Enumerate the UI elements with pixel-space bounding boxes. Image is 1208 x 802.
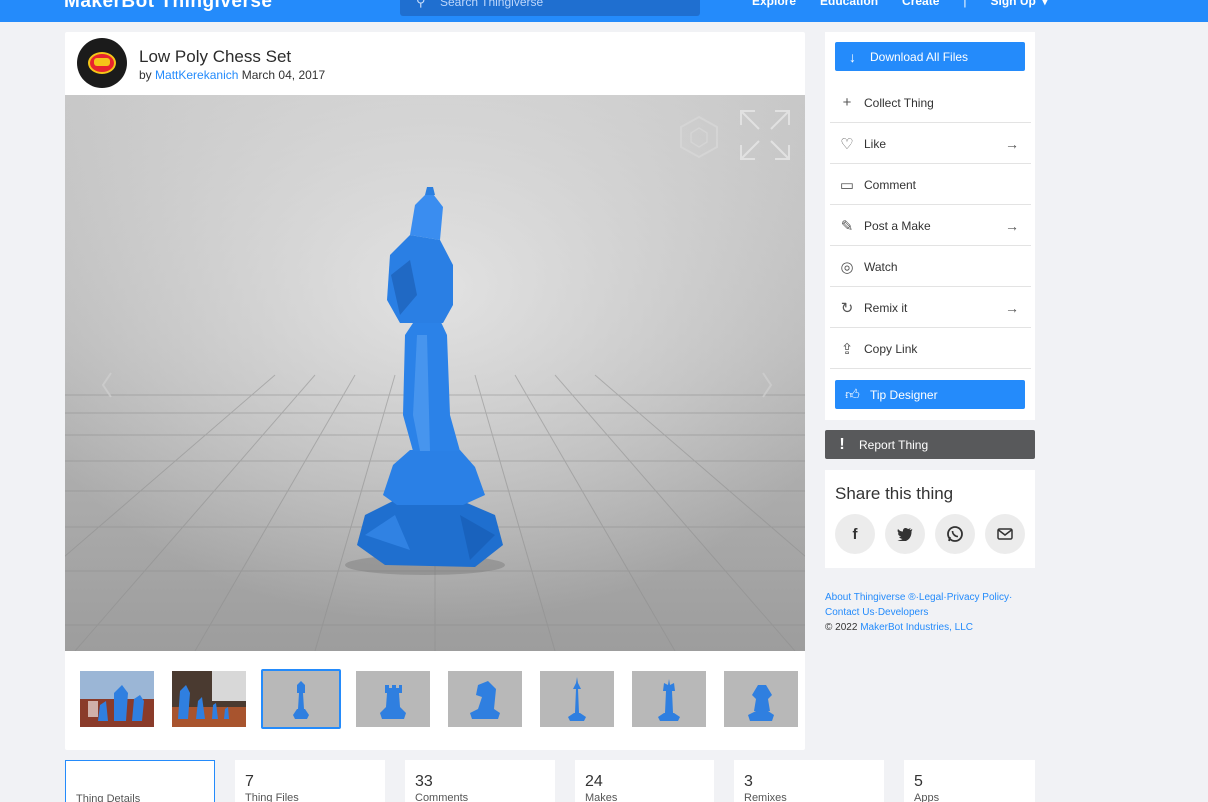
- action-label: Remix it: [864, 300, 908, 315]
- tab-count: 24: [585, 773, 603, 790]
- footer-copyright: © 2022: [825, 622, 858, 633]
- twitter-icon[interactable]: [885, 514, 925, 554]
- thumbnail[interactable]: [540, 671, 614, 727]
- thumbnail-strip: [80, 669, 800, 729]
- share-panel: Share this thing f: [825, 470, 1035, 568]
- thumbnail[interactable]: [356, 671, 430, 727]
- footer-about[interactable]: About Thingiverse ®: [825, 592, 916, 603]
- thumbnail[interactable]: [724, 671, 798, 727]
- tab-makes[interactable]: 24 Makes: [575, 760, 714, 802]
- exclamation-icon: !: [839, 435, 845, 453]
- logo[interactable]: MakerBot Thingiverse: [64, 0, 273, 13]
- search-input[interactable]: [440, 0, 680, 9]
- heart-icon: ♡: [840, 135, 854, 153]
- action-label: Collect Thing: [864, 95, 934, 110]
- action-label: Comment: [864, 177, 917, 192]
- arrow-right-icon: →: [1005, 300, 1019, 316]
- nav-signup[interactable]: Sign Up: [991, 0, 1036, 8]
- footer-developers[interactable]: Developers: [878, 607, 929, 618]
- comment-icon: ▭: [839, 176, 855, 194]
- download-icon: ↓: [849, 48, 856, 65]
- remix-icon: ↻: [840, 299, 854, 317]
- tab-label: Thing Details: [76, 793, 141, 802]
- chevron-down-icon[interactable]: ▾: [1042, 0, 1048, 8]
- share-icon: ⇪: [840, 340, 854, 358]
- tab-apps[interactable]: 5 Apps: [904, 760, 1035, 802]
- byline-prefix: by: [139, 68, 152, 82]
- report-label: Report Thing: [859, 437, 929, 452]
- thumbs-up-icon: 👍︎: [845, 386, 860, 402]
- tab-label: Apps: [914, 792, 940, 802]
- tab-count: 33: [415, 773, 433, 790]
- publish-date: March 04, 2017: [241, 68, 326, 82]
- tab-label: Makes: [585, 792, 618, 802]
- tab-label: Thing Files: [245, 792, 299, 802]
- tab-count: 5: [914, 773, 923, 790]
- page-title: Low Poly Chess Set: [139, 47, 292, 66]
- tip-designer-button[interactable]: 👍︎ Tip Designer: [835, 380, 1025, 409]
- copy-link-button[interactable]: ⇪ Copy Link: [830, 329, 1031, 369]
- nav-separator: |: [963, 0, 967, 8]
- avatar[interactable]: [77, 38, 127, 88]
- action-label: Post a Make: [864, 218, 931, 233]
- arrow-right-icon: →: [1005, 136, 1019, 152]
- footer-company[interactable]: MakerBot Industries, LLC: [860, 622, 973, 633]
- footer-privacy[interactable]: Privacy Policy: [947, 592, 1009, 603]
- thumbnail-selected[interactable]: [261, 669, 341, 729]
- thumbnail[interactable]: [172, 671, 246, 727]
- footer-legal[interactable]: Legal: [919, 592, 943, 603]
- author-link[interactable]: MattKerekanich: [155, 68, 238, 82]
- avatar-badge-stripe: [94, 58, 110, 66]
- facebook-icon[interactable]: f: [835, 514, 875, 554]
- viewer-render: [65, 95, 805, 651]
- search-box[interactable]: ⚲: [400, 0, 700, 16]
- share-title: Share this thing: [835, 484, 954, 503]
- thumbnail[interactable]: [80, 671, 154, 727]
- pencil-icon: ✎: [840, 217, 854, 235]
- comment-button[interactable]: ▭ Comment: [830, 165, 1031, 205]
- byline: by MattKerekanich March 04, 2017: [139, 68, 325, 82]
- action-label: Like: [864, 136, 887, 151]
- collect-thing-button[interactable]: + Collect Thing: [830, 83, 1031, 123]
- arrow-right-icon: →: [1005, 218, 1019, 234]
- plus-icon: +: [842, 94, 852, 111]
- tab-remixes[interactable]: 3 Remixes: [734, 760, 884, 802]
- thumbnail[interactable]: [632, 671, 706, 727]
- image-viewer[interactable]: [65, 95, 805, 651]
- watch-button[interactable]: ◎ Watch: [830, 247, 1031, 287]
- download-all-button[interactable]: ↓ Download All Files: [835, 42, 1025, 71]
- action-label: Watch: [864, 259, 898, 274]
- action-label: Copy Link: [864, 341, 918, 356]
- whatsapp-icon[interactable]: [935, 514, 975, 554]
- remix-button[interactable]: ↻ Remix it →: [830, 288, 1031, 328]
- report-thing-button[interactable]: ! Report Thing: [825, 430, 1035, 459]
- tab-label: Remixes: [744, 792, 787, 802]
- nav-links: Explore Education Create | Sign Up ▾: [752, 0, 1072, 8]
- top-navbar: MakerBot Thingiverse ⚲ Explore Education…: [0, 0, 1208, 22]
- eye-icon: ◎: [840, 258, 854, 276]
- download-label: Download All Files: [870, 49, 969, 64]
- tip-label: Tip Designer: [870, 387, 938, 402]
- nav-create[interactable]: Create: [902, 0, 939, 8]
- nav-explore[interactable]: Explore: [752, 0, 796, 8]
- email-icon[interactable]: [985, 514, 1025, 554]
- footer-links: About Thingiverse ®·Legal·Privacy Policy…: [825, 592, 1013, 633]
- tab-thing-details[interactable]: Thing Details: [65, 760, 215, 802]
- footer-contact[interactable]: Contact Us: [825, 607, 874, 618]
- action-sidebar: ↓ Download All Files + Collect Thing ♡ L…: [825, 32, 1035, 420]
- nav-education[interactable]: Education: [820, 0, 878, 8]
- thumbnail[interactable]: [448, 671, 522, 727]
- thing-card: Low Poly Chess Set by MattKerekanich Mar…: [65, 32, 805, 750]
- tab-label: Comments: [415, 792, 469, 802]
- tab-comments[interactable]: 33 Comments: [405, 760, 555, 802]
- like-button[interactable]: ♡ Like →: [830, 124, 1031, 164]
- tab-thing-files[interactable]: 7 Thing Files: [235, 760, 385, 802]
- post-make-button[interactable]: ✎ Post a Make →: [830, 206, 1031, 246]
- tab-count: 7: [245, 773, 254, 790]
- search-icon: ⚲: [416, 0, 426, 9]
- tab-count: 3: [744, 773, 753, 790]
